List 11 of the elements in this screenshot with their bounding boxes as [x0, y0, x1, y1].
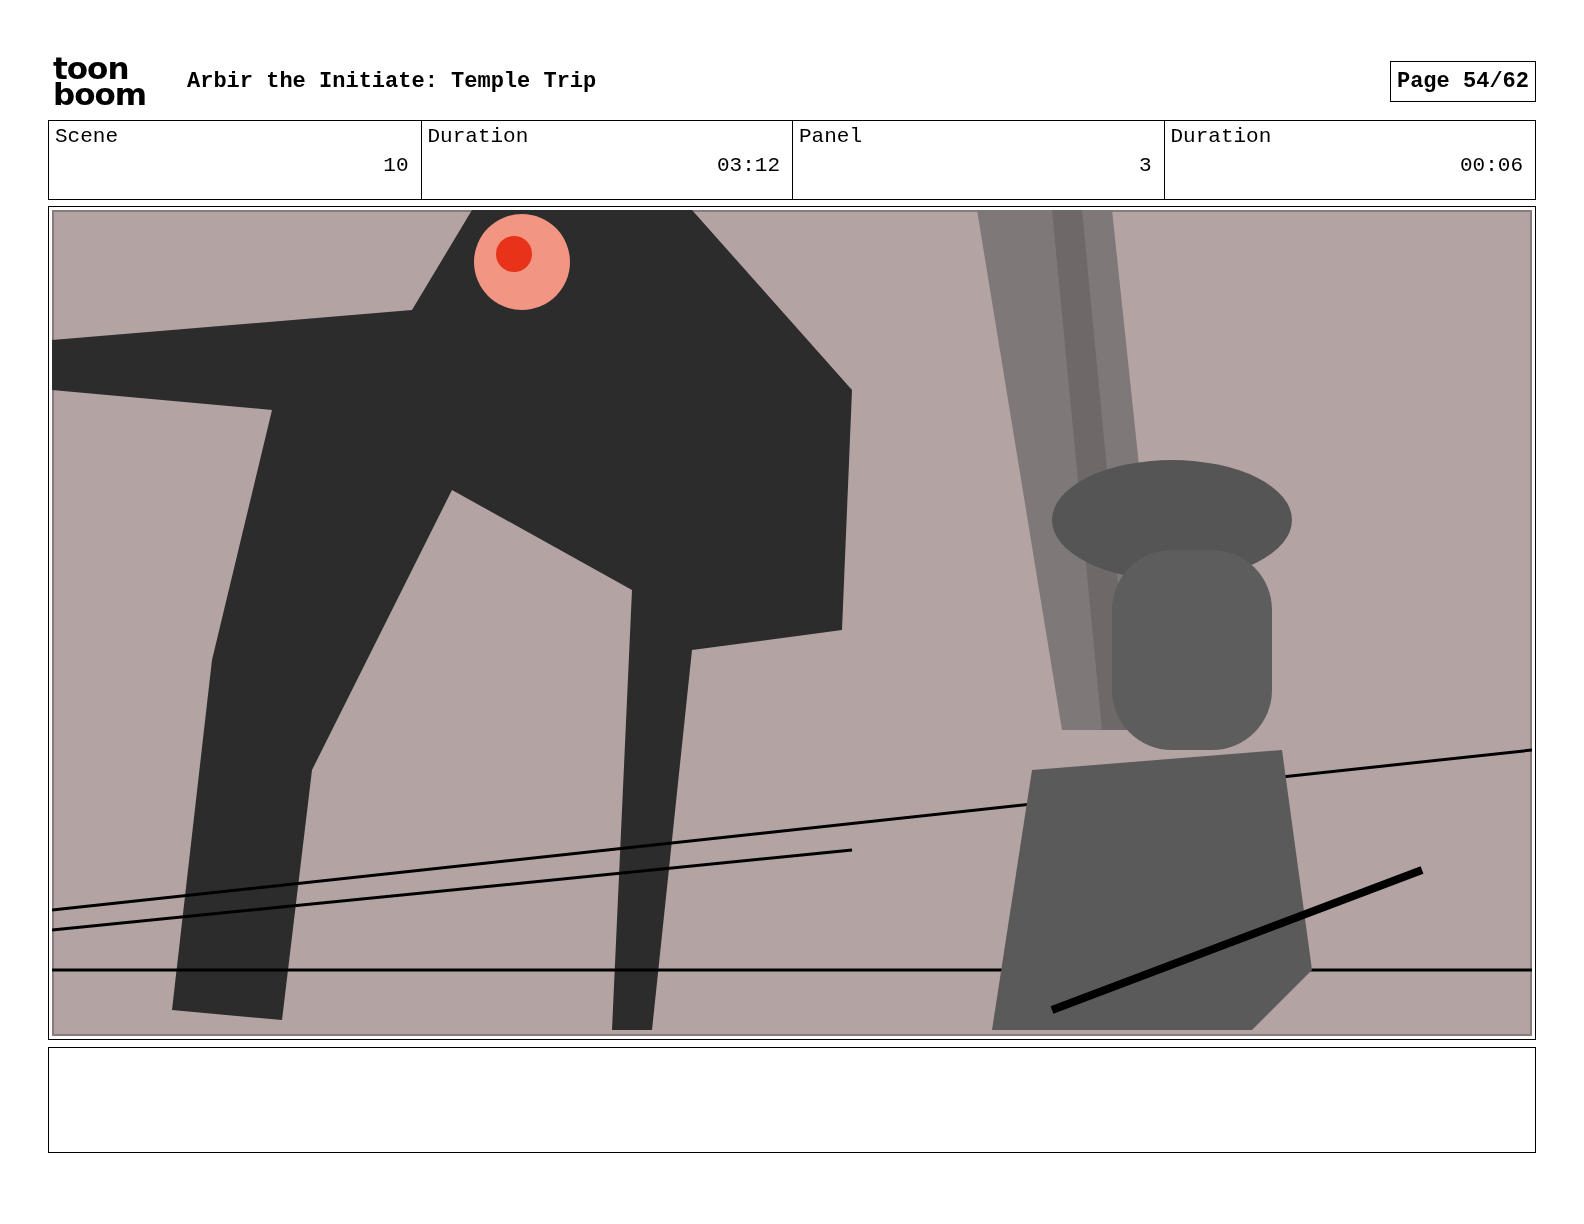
field-value: 00:06 [1460, 154, 1523, 177]
board-title: Arbir the Initiate: Temple Trip [187, 68, 598, 94]
field-label: Panel [799, 125, 862, 148]
page-number: Page 54/62 [1389, 60, 1536, 102]
logo: toon boom [53, 55, 148, 107]
field-label: Duration [1170, 125, 1272, 148]
field-label: Scene [55, 125, 118, 148]
field-label: Duration [427, 125, 529, 148]
field-value: 03:12 [717, 154, 780, 177]
field-value: 10 [383, 154, 409, 177]
field-value: 3 [1138, 154, 1152, 177]
